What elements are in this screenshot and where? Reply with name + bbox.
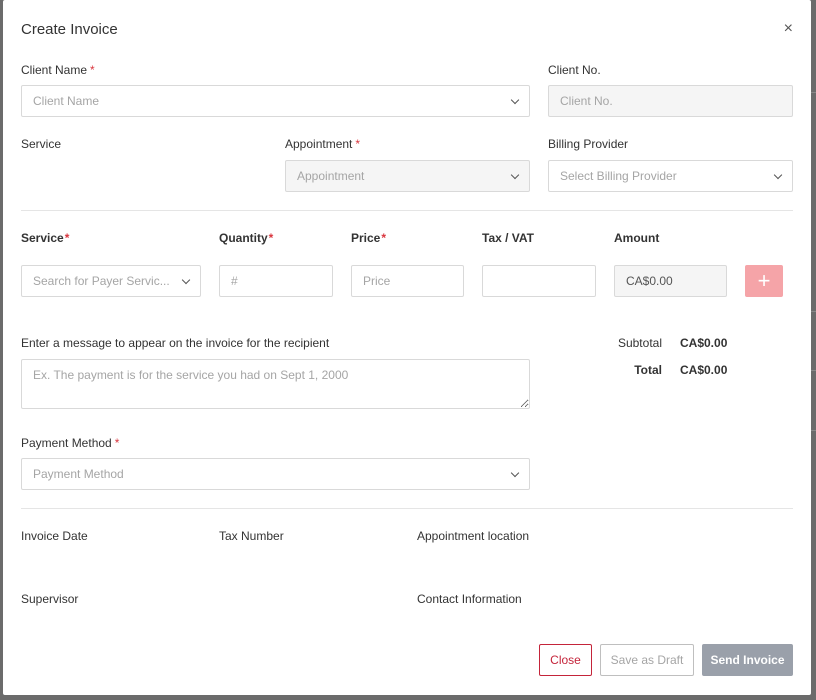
total-value: CA$0.00 [680, 363, 728, 377]
tax-input[interactable] [482, 265, 596, 297]
service-label: Service [21, 137, 62, 151]
modal-title: Create Invoice [21, 21, 118, 38]
save-draft-button[interactable]: Save as Draft [600, 644, 694, 676]
create-invoice-modal: Create Invoice × Client Name * Client Nam… [3, 0, 811, 695]
client-number-field: Client No. [548, 85, 793, 117]
plus-icon: + [757, 268, 771, 293]
payment-method-placeholder: Payment Method [33, 467, 124, 481]
amount-field: CA$0.00 [614, 265, 727, 297]
quantity-input[interactable] [219, 265, 333, 297]
client-name-select[interactable]: Client Name [21, 85, 530, 117]
chevron-down-icon [181, 275, 191, 284]
line-tax-header: Tax / VAT [482, 231, 535, 245]
send-invoice-button[interactable]: Send Invoice [702, 644, 793, 676]
chevron-down-icon [510, 468, 520, 477]
client-name-label: Client Name * [21, 63, 95, 77]
payment-method-select[interactable]: Payment Method [21, 458, 530, 490]
tax-number-label: Tax Number [219, 529, 284, 543]
appointment-location-label: Appointment location [417, 529, 530, 543]
price-input[interactable] [351, 265, 464, 297]
chevron-down-icon [510, 170, 520, 179]
line-price-header: Price* [351, 231, 387, 245]
chevron-down-icon [510, 95, 520, 104]
line-service-placeholder: Search for Payer Servic... [33, 274, 170, 288]
billing-provider-select[interactable]: Select Billing Provider [548, 160, 793, 192]
line-quantity-header: Quantity* [219, 231, 274, 245]
billing-provider-placeholder: Select Billing Provider [560, 169, 677, 183]
message-label: Enter a message to appear on the invoice… [21, 336, 330, 350]
chevron-down-icon [773, 170, 783, 179]
divider [21, 508, 793, 509]
subtotal-value: CA$0.00 [680, 336, 728, 350]
payment-method-label: Payment Method * [21, 436, 120, 450]
subtotal-label: Subtotal [617, 336, 662, 350]
supervisor-label: Supervisor [21, 592, 79, 606]
billing-provider-label: Billing Provider [548, 137, 629, 151]
close-icon[interactable]: × [784, 21, 793, 37]
line-amount-header: Amount [614, 231, 660, 245]
divider [21, 210, 793, 211]
client-number-label: Client No. [548, 63, 601, 77]
line-service-select[interactable]: Search for Payer Servic... [21, 265, 201, 297]
add-line-item-button[interactable]: + [745, 265, 783, 297]
client-name-placeholder: Client Name [33, 94, 100, 108]
appointment-placeholder: Appointment [297, 169, 365, 183]
close-button[interactable]: Close [539, 644, 592, 676]
message-textarea[interactable] [21, 359, 530, 409]
appointment-label: Appointment * [285, 137, 361, 151]
client-number-placeholder: Client No. [560, 94, 613, 108]
contact-information-label: Contact Information [417, 592, 522, 606]
line-service-header: Service* [21, 231, 70, 245]
amount-value: CA$0.00 [626, 274, 673, 288]
appointment-select[interactable]: Appointment [285, 160, 530, 192]
invoice-date-label: Invoice Date [21, 529, 88, 543]
total-label: Total [634, 363, 662, 377]
